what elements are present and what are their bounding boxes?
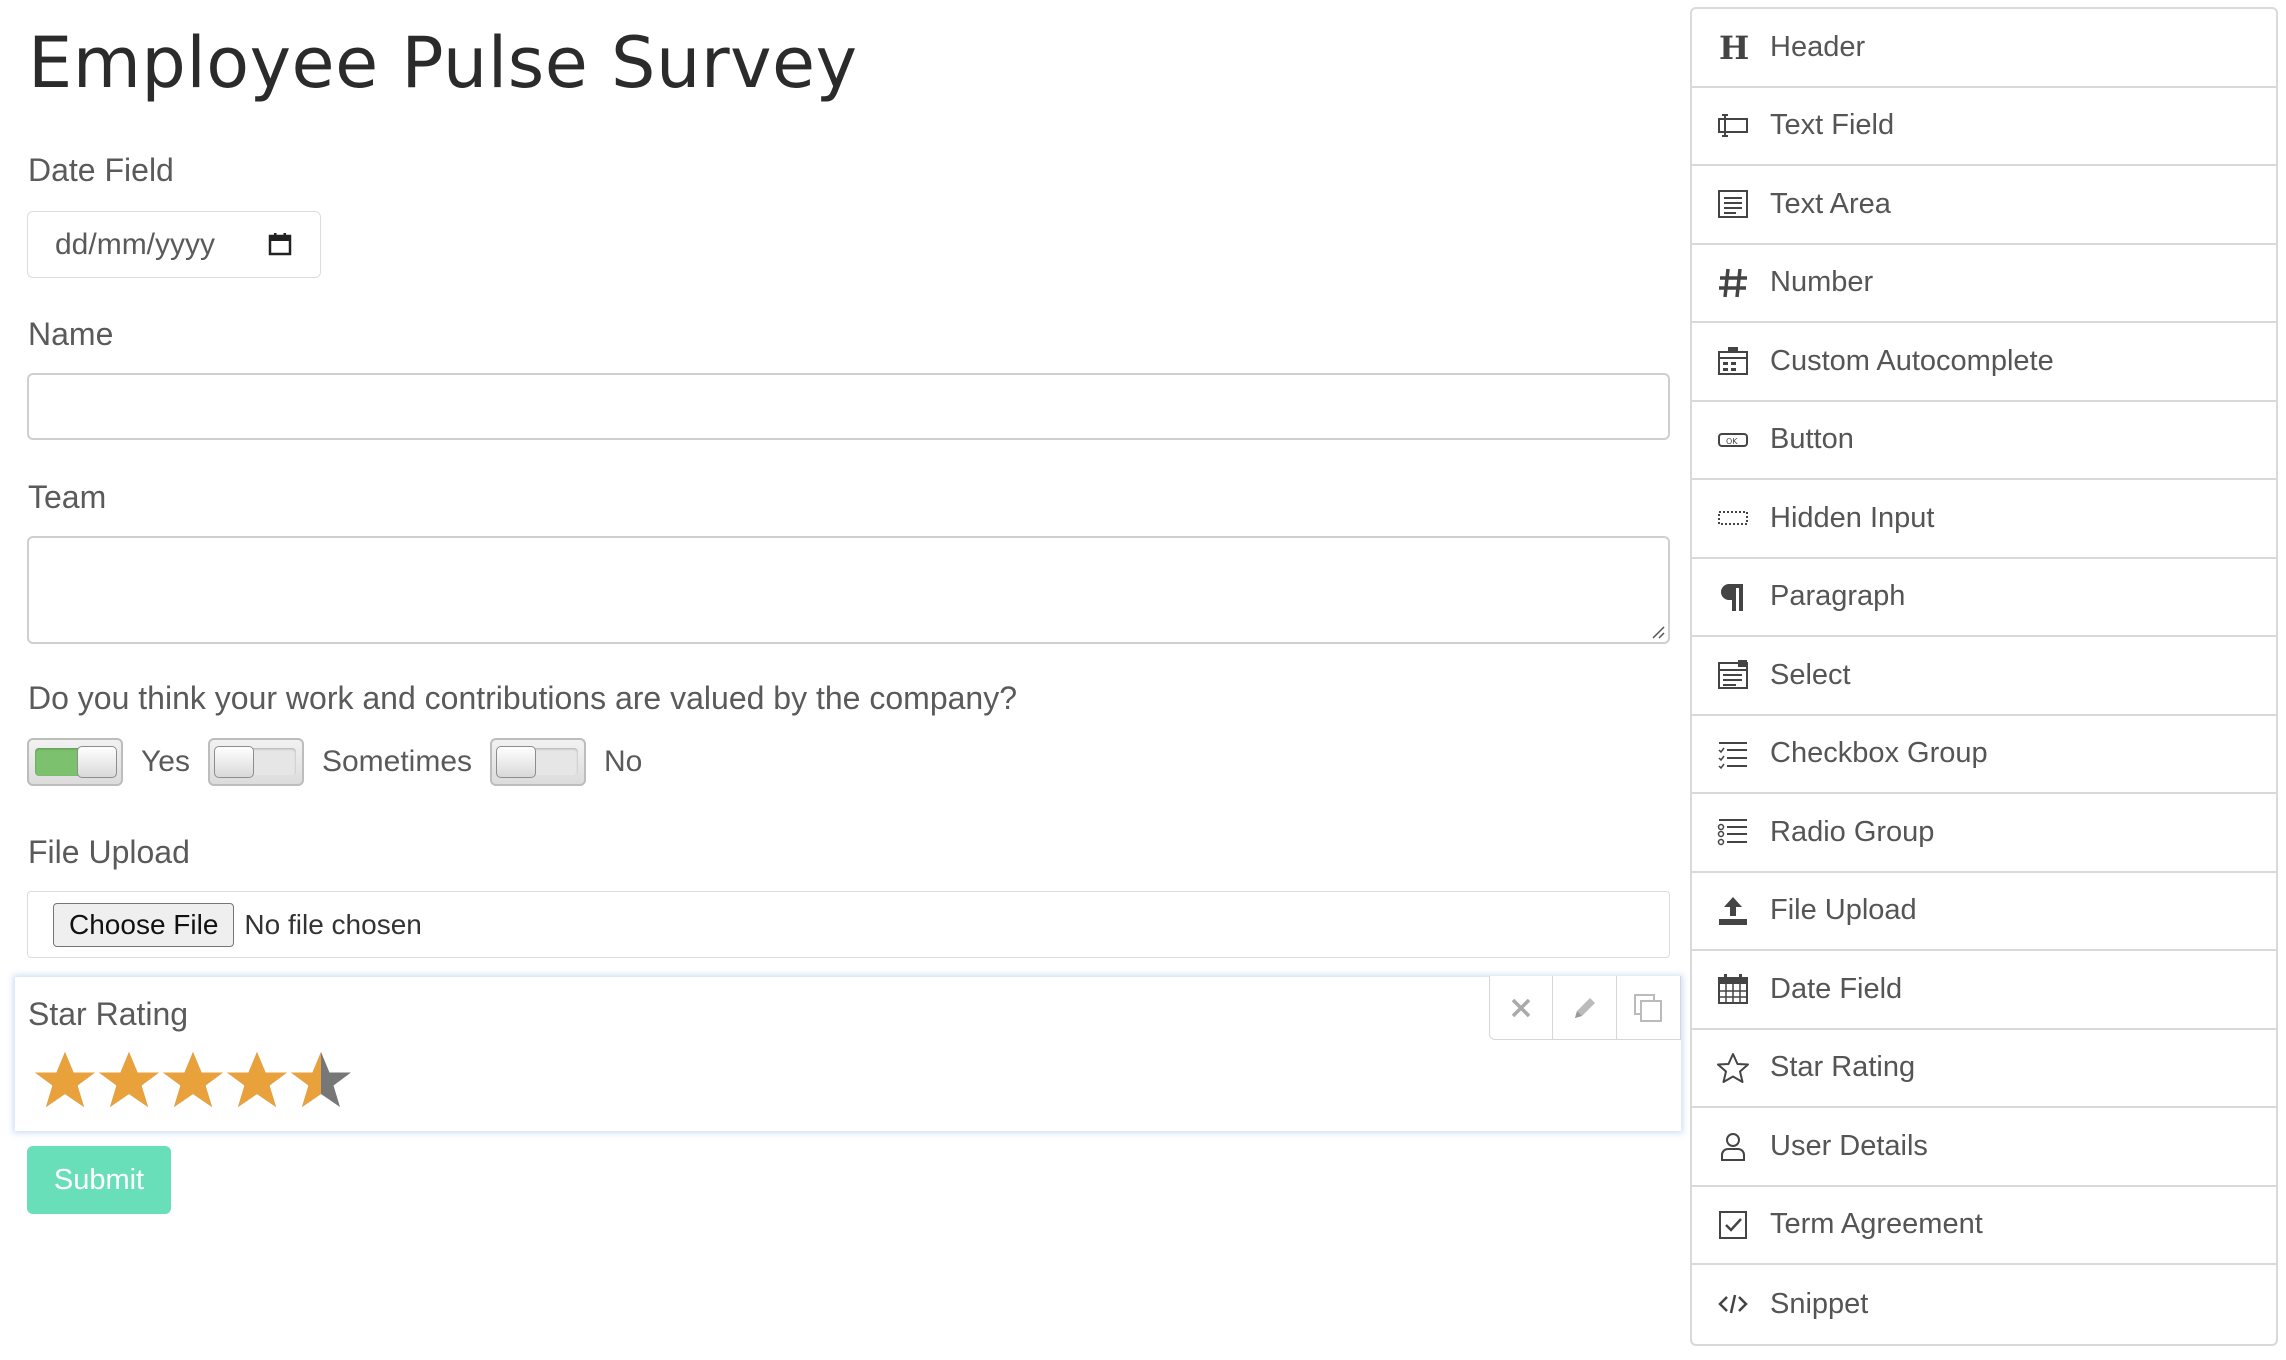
palette-item-label: Paragraph [1770, 580, 1906, 613]
name-field-label: Name [28, 316, 114, 352]
header-icon: H [1716, 30, 1750, 64]
palette-item-label: Text Field [1770, 109, 1895, 142]
palette-item-label: Text Area [1770, 187, 1891, 220]
toggle-yes[interactable] [27, 738, 123, 786]
palette-item-custom-autocomplete[interactable]: Custom Autocomplete [1692, 323, 2276, 402]
rating-star-3[interactable] [161, 1049, 225, 1113]
palette-item-label: Number [1770, 266, 1874, 299]
toggle-label-sometimes: Sometimes [321, 745, 472, 778]
palette-item-label: Snippet [1770, 1287, 1869, 1320]
palette-item-snippet[interactable]: Snippet [1692, 1265, 2276, 1344]
autocomplete-icon [1716, 344, 1750, 378]
date-field-input[interactable]: dd/mm/yyyy [27, 211, 321, 278]
palette-item-label: Date Field [1770, 972, 1903, 1005]
widget-palette: H Header Text Field Text Area Number Custom A… [1690, 7, 2278, 1346]
text-field-icon [1716, 109, 1750, 143]
file-upload-field: Choose File No file chosen [27, 891, 1670, 958]
remove-field-button[interactable] [1490, 976, 1554, 1039]
palette-item-file-upload[interactable]: File Upload [1692, 873, 2276, 951]
form-canvas: Employee Pulse Survey Date Field dd/mm/y… [0, 0, 1681, 1360]
checkbox-checked-icon [1716, 1208, 1750, 1242]
date-placeholder: dd/mm/yyyy [55, 227, 216, 261]
palette-item-label: Radio Group [1770, 815, 1935, 848]
toggle-label-yes: Yes [141, 745, 190, 778]
edit-field-button[interactable] [1553, 976, 1617, 1039]
palette-item-label: Hidden Input [1770, 501, 1935, 534]
resize-grip-icon[interactable] [1649, 623, 1665, 639]
palette-item-label: Star Rating [1770, 1051, 1916, 1084]
toggle-no[interactable] [490, 738, 586, 786]
copy-field-button[interactable] [1617, 976, 1680, 1039]
star-rating-label: Star Rating [28, 996, 189, 1032]
submit-button[interactable]: Submit [27, 1146, 171, 1214]
svg-text:OK: OK [1726, 437, 1738, 446]
palette-item-text-area[interactable]: Text Area [1692, 166, 2276, 245]
star-rating[interactable] [33, 1049, 353, 1113]
toggle-knob [496, 746, 536, 778]
palette-list: H Header Text Field Text Area Number Custom A… [1692, 9, 2276, 1344]
pilcrow-icon [1716, 580, 1750, 614]
calendar-picker-icon[interactable] [268, 232, 292, 256]
file-status: No file chosen [244, 908, 422, 940]
palette-item-user-details[interactable]: User Details [1692, 1108, 2276, 1187]
question-text: Do you think your work and contributions… [28, 680, 1017, 716]
palette-item-button[interactable]: OK Button [1692, 402, 2276, 480]
palette-item-checkbox-group[interactable]: Checkbox Group [1692, 716, 2276, 794]
close-icon [1511, 998, 1531, 1017]
palette-item-label: Button [1770, 423, 1854, 456]
palette-item-label: File Upload [1770, 894, 1917, 927]
toggle-group: Yes Sometimes No [27, 737, 660, 787]
choose-file-button[interactable]: Choose File [53, 902, 235, 947]
radio-list-icon [1716, 815, 1750, 849]
palette-item-label: Term Agreement [1770, 1208, 1983, 1241]
rating-star-4[interactable] [225, 1049, 289, 1113]
code-icon [1716, 1287, 1750, 1321]
palette-item-radio-group[interactable]: Radio Group [1692, 794, 2276, 873]
toggle-sometimes[interactable] [207, 738, 304, 786]
calendar-icon [1716, 972, 1750, 1006]
rating-star-5[interactable] [289, 1049, 353, 1113]
palette-item-hidden-input[interactable]: Hidden Input [1692, 480, 2276, 559]
field-actions [1489, 976, 1681, 1040]
select-icon [1716, 658, 1750, 692]
upload-icon [1716, 894, 1750, 928]
palette-item-label: User Details [1770, 1129, 1928, 1162]
palette-item-paragraph[interactable]: Paragraph [1692, 559, 2276, 637]
name-input[interactable] [27, 373, 1670, 440]
form-title: Employee Pulse Survey [28, 22, 858, 104]
palette-item-select[interactable]: Select [1692, 637, 2276, 716]
star-outline-icon [1716, 1051, 1750, 1085]
team-textarea[interactable] [27, 536, 1670, 644]
date-field-label: Date Field [28, 152, 174, 188]
checkbox-list-icon [1716, 737, 1750, 771]
palette-item-header[interactable]: H Header [1692, 9, 2276, 88]
palette-item-label: Select [1770, 658, 1851, 691]
button-icon: OK [1716, 423, 1750, 457]
hidden-input-icon [1716, 501, 1750, 535]
palette-item-term-agreement[interactable]: Term Agreement [1692, 1187, 2276, 1265]
copy-icon [1634, 993, 1663, 1022]
palette-item-date-field[interactable]: Date Field [1692, 951, 2276, 1030]
palette-item-label: Custom Autocomplete [1770, 344, 2054, 377]
toggle-knob [213, 746, 254, 778]
text-area-icon [1716, 187, 1750, 221]
palette-item-number[interactable]: Number [1692, 245, 2276, 323]
hash-icon [1716, 266, 1750, 300]
palette-item-star-rating[interactable]: Star Rating [1692, 1030, 2276, 1108]
team-field-label: Team [28, 479, 107, 515]
toggle-label-no: No [604, 745, 643, 778]
star-rating-field[interactable]: Star Rating [15, 976, 1681, 1131]
toggle-knob [77, 746, 117, 778]
user-icon [1716, 1129, 1750, 1163]
pencil-icon [1574, 997, 1595, 1018]
palette-item-text-field[interactable]: Text Field [1692, 88, 2276, 166]
file-upload-label: File Upload [28, 834, 190, 870]
svg-text:H: H [1719, 30, 1749, 64]
palette-item-label: Header [1770, 30, 1866, 63]
rating-star-1[interactable] [33, 1049, 97, 1113]
palette-item-label: Checkbox Group [1770, 737, 1988, 770]
rating-star-2[interactable] [97, 1049, 161, 1113]
